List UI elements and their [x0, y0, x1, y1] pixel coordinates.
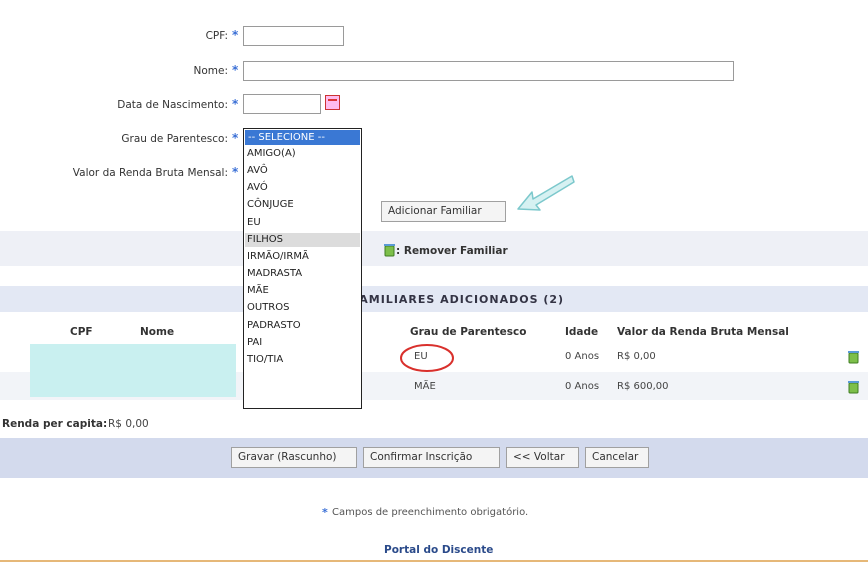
bottom-divider — [0, 560, 868, 562]
row-idade: 0 Anos — [565, 381, 600, 392]
row-renda: R$ 600,00 — [617, 381, 669, 392]
required-mark: * — [232, 97, 239, 111]
dropdown-option[interactable]: CÔNJUGE — [247, 199, 294, 210]
dropdown-option[interactable]: AVÓ — [247, 182, 268, 193]
dropdown-option[interactable]: OUTROS — [247, 302, 289, 313]
trash-icon[interactable] — [848, 350, 859, 364]
cpf-label: CPF: — [205, 30, 228, 42]
col-cpf: CPF — [70, 326, 93, 338]
dropdown-option[interactable]: AVÔ — [247, 165, 268, 176]
col-grau: Grau de Parentesco — [410, 326, 527, 338]
parentesco-dropdown[interactable]: -- SELECIONE -- AMIGO(A) AVÔ AVÓ CÔNJUGE… — [243, 128, 362, 409]
cancelar-button[interactable]: Cancelar — [585, 447, 649, 468]
pointer-arrow-icon — [517, 175, 575, 211]
dropdown-option[interactable]: TIO/TIA — [247, 354, 283, 365]
dropdown-option[interactable]: EU — [247, 217, 261, 228]
redacted-block — [30, 344, 236, 397]
footer-note: Campos de preenchimento obrigatório. — [332, 507, 529, 518]
dropdown-option[interactable]: FILHOS — [247, 234, 283, 245]
dropdown-option[interactable]: IRMÃO/IRMÃ — [247, 251, 309, 262]
voltar-button[interactable]: << Voltar — [506, 447, 579, 468]
dropdown-option[interactable]: MADRASTA — [247, 268, 302, 279]
trash-icon[interactable] — [848, 380, 859, 394]
renda-per-capita-value: R$ 0,00 — [108, 418, 149, 430]
renda-label: Valor da Renda Bruta Mensal: — [72, 167, 228, 179]
required-mark: * — [232, 131, 239, 145]
row-grau: MÃE — [414, 381, 436, 392]
required-mark: * — [232, 63, 239, 77]
table-title: FAMILIARES ADICIONADOS (2) — [352, 293, 565, 306]
nascimento-label: Data de Nascimento: — [117, 99, 228, 111]
dropdown-option[interactable]: MÃE — [247, 285, 269, 296]
dropdown-selected-option[interactable]: -- SELECIONE -- — [245, 130, 360, 145]
nascimento-field[interactable] — [243, 94, 321, 114]
confirmar-button[interactable]: Confirmar Inscrição — [363, 447, 500, 468]
gravar-button[interactable]: Gravar (Rascunho) — [231, 447, 357, 468]
dropdown-option[interactable]: PADRASTO — [247, 320, 301, 331]
required-mark: * — [322, 506, 328, 519]
col-renda: Valor da Renda Bruta Mensal — [617, 326, 789, 338]
trash-icon — [384, 244, 395, 257]
cpf-field[interactable] — [243, 26, 344, 46]
parentesco-label: Grau de Parentesco: — [121, 133, 228, 145]
portal-link[interactable]: Portal do Discente — [384, 544, 493, 556]
col-idade: Idade — [565, 326, 599, 338]
row-idade: 0 Anos — [565, 351, 600, 362]
nome-label: Nome: — [193, 65, 228, 77]
required-mark: * — [232, 28, 239, 42]
renda-per-capita-label: Renda per capita: — [2, 418, 108, 430]
row-renda: R$ 0,00 — [617, 351, 656, 362]
required-mark: * — [232, 165, 239, 179]
nome-field[interactable] — [243, 61, 734, 81]
adicionar-familiar-button[interactable]: Adicionar Familiar — [381, 201, 506, 222]
remover-legend: : Remover Familiar — [396, 245, 508, 257]
highlight-circle — [400, 344, 454, 372]
calendar-icon[interactable] — [325, 95, 340, 110]
col-nome: Nome — [140, 326, 175, 338]
dropdown-option[interactable]: AMIGO(A) — [247, 148, 296, 159]
dropdown-option[interactable]: PAI — [247, 337, 262, 348]
